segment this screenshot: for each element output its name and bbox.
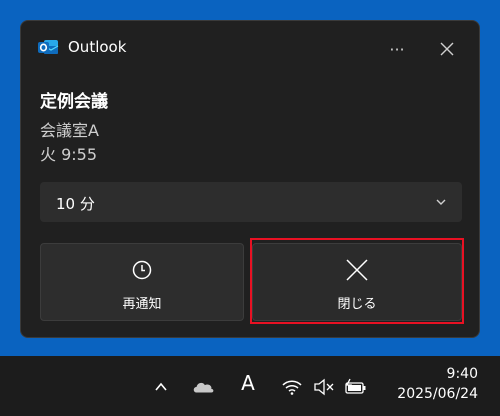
battery-charging-icon xyxy=(345,378,366,394)
battery-button[interactable] xyxy=(344,375,368,399)
chevron-down-icon xyxy=(436,199,446,205)
wifi-icon xyxy=(282,380,302,395)
snooze-duration-select[interactable]: 10 分 xyxy=(40,182,462,222)
event-location: 会議室A xyxy=(40,121,99,140)
onedrive-button[interactable] xyxy=(191,375,215,399)
close-button[interactable] xyxy=(431,35,463,63)
snooze-button-label: 再通知 xyxy=(122,297,162,312)
network-button[interactable] xyxy=(280,375,304,399)
clock[interactable]: 9:40 2025/06/24 xyxy=(397,366,478,402)
dismiss-button[interactable]: 閉じる xyxy=(252,243,462,321)
chevron-up-icon xyxy=(155,382,167,391)
ime-mode-indicator[interactable]: A xyxy=(236,371,260,395)
taskbar: A 9:40 2025/06/24 xyxy=(0,356,500,416)
reminder-toast: Outlook ··· 定例会議 会議室A 火 9:55 10 分 再通知 閉じ… xyxy=(20,20,480,338)
event-time: 火 9:55 xyxy=(40,145,98,164)
snooze-button[interactable]: 再通知 xyxy=(40,243,244,321)
app-name: Outlook xyxy=(68,38,127,56)
ime-mode-label: A xyxy=(241,371,255,395)
more-icon: ··· xyxy=(389,39,405,59)
volume-button[interactable] xyxy=(312,375,336,399)
clock-icon xyxy=(132,260,152,280)
snooze-duration-value: 10 分 xyxy=(56,195,95,213)
app-header: Outlook xyxy=(37,36,126,58)
dismiss-button-label: 閉じる xyxy=(337,297,377,312)
clock-date: 2025/06/24 xyxy=(397,386,478,402)
onedrive-cloud-icon xyxy=(193,382,214,393)
close-icon xyxy=(440,42,454,56)
outlook-icon xyxy=(38,40,59,54)
volume-muted-icon xyxy=(314,378,334,396)
close-icon xyxy=(346,259,368,281)
event-title: 定例会議 xyxy=(40,92,108,112)
more-options-button[interactable]: ··· xyxy=(381,35,413,63)
clock-time: 9:40 xyxy=(446,366,478,382)
show-hidden-icons-button[interactable] xyxy=(149,375,173,399)
